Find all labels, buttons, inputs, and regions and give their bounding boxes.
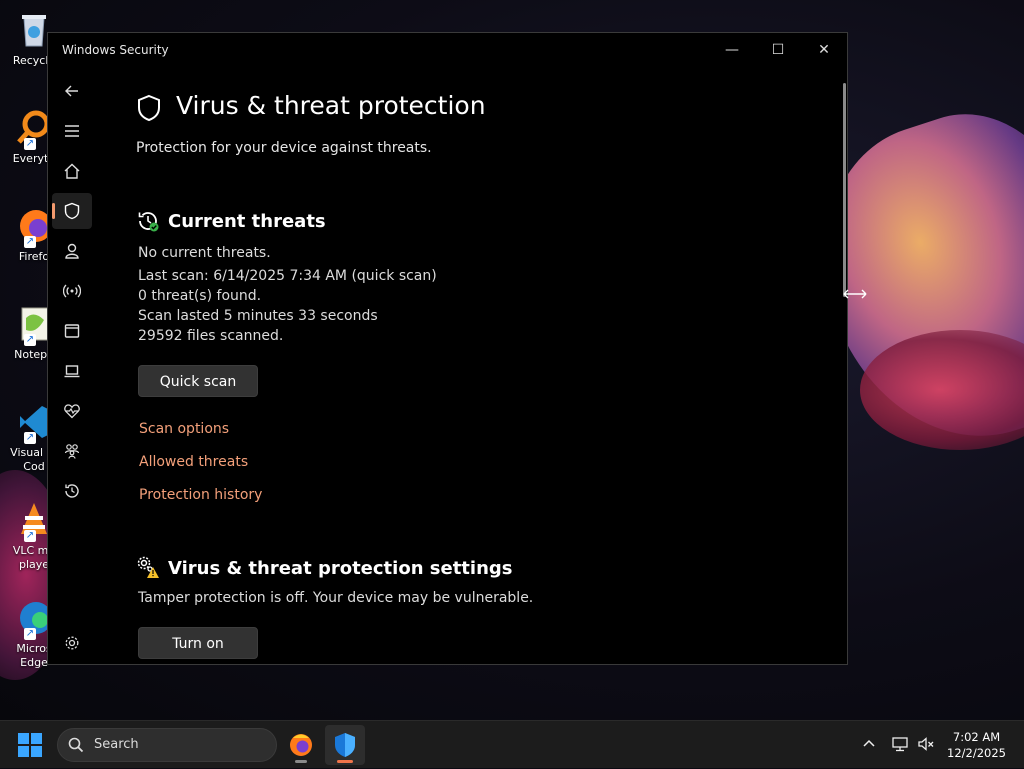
gear-icon bbox=[65, 636, 79, 650]
search-placeholder: Search bbox=[94, 737, 139, 752]
windows-security-window: Windows Security — ☐ ✕ Virus & threat pr… bbox=[47, 32, 848, 665]
family-icon bbox=[64, 444, 80, 459]
active-app-indicator bbox=[337, 760, 353, 763]
current-threats-heading: Current threats bbox=[168, 211, 326, 232]
taskbar-app-windows-security[interactable] bbox=[325, 725, 365, 765]
chevron-up-icon[interactable] bbox=[860, 735, 878, 753]
scan-history-icon bbox=[138, 212, 159, 232]
clock-time: 7:02 AM bbox=[952, 730, 1001, 744]
page-title: Virus & threat protection bbox=[176, 91, 486, 120]
taskbar-app-firefox[interactable] bbox=[281, 725, 321, 765]
nav-device-security[interactable] bbox=[52, 353, 92, 389]
nav-settings[interactable] bbox=[52, 625, 92, 661]
files-scanned-text: 29592 files scanned. bbox=[138, 328, 284, 344]
nav-app-browser-control[interactable] bbox=[52, 313, 92, 349]
history-icon bbox=[65, 484, 79, 498]
shield-icon bbox=[335, 733, 355, 757]
taskbar: Search 7:02 AM 12/2/2025 bbox=[0, 720, 1024, 768]
shield-icon bbox=[138, 94, 160, 122]
menu-button[interactable] bbox=[52, 113, 92, 149]
shortcut-arrow-icon: ↗ bbox=[24, 236, 36, 248]
hamburger-menu-icon bbox=[65, 125, 79, 137]
protection-history-link[interactable]: Protection history bbox=[139, 487, 262, 503]
shield-icon bbox=[64, 202, 80, 220]
nav-family-options[interactable] bbox=[52, 433, 92, 469]
shortcut-arrow-icon: ↗ bbox=[24, 334, 36, 346]
volume-muted-icon[interactable] bbox=[917, 735, 935, 753]
clock-date: 12/2/2025 bbox=[947, 746, 1006, 760]
system-clock[interactable]: 7:02 AM 12/2/2025 bbox=[947, 729, 1006, 761]
search-icon bbox=[68, 737, 84, 753]
running-indicator bbox=[295, 760, 307, 763]
nav-firewall-network[interactable] bbox=[52, 273, 92, 309]
browser-window-icon bbox=[64, 324, 80, 338]
allowed-threats-link[interactable]: Allowed threats bbox=[139, 454, 248, 470]
back-button[interactable] bbox=[52, 73, 92, 109]
quick-scan-button[interactable]: Quick scan bbox=[138, 365, 258, 397]
shortcut-arrow-icon: ↗ bbox=[24, 138, 36, 150]
last-scan-text: Last scan: 6/14/2025 7:34 AM (quick scan… bbox=[138, 268, 437, 284]
nav-device-performance[interactable] bbox=[52, 393, 92, 429]
resize-cursor-icon bbox=[843, 289, 867, 299]
main-content: Virus & threat protection Protection for… bbox=[136, 33, 836, 664]
shortcut-arrow-icon: ↗ bbox=[24, 628, 36, 640]
nav-virus-threat-protection[interactable] bbox=[52, 193, 92, 229]
page-subtitle: Protection for your device against threa… bbox=[136, 140, 432, 156]
heart-pulse-icon bbox=[64, 404, 80, 419]
protection-settings-heading: Virus & threat protection settings bbox=[168, 558, 513, 579]
scan-duration-text: Scan lasted 5 minutes 33 seconds bbox=[138, 308, 378, 324]
nav-home[interactable] bbox=[52, 153, 92, 189]
scan-options-link[interactable]: Scan options bbox=[139, 421, 229, 437]
home-icon bbox=[64, 163, 80, 179]
shortcut-arrow-icon: ↗ bbox=[24, 530, 36, 542]
network-icon[interactable] bbox=[891, 735, 909, 753]
start-button[interactable] bbox=[18, 733, 42, 757]
laptop-icon bbox=[64, 365, 80, 378]
shortcut-arrow-icon: ↗ bbox=[24, 432, 36, 444]
settings-warning-icon bbox=[137, 556, 159, 578]
tamper-protection-warning: Tamper protection is off. Your device ma… bbox=[138, 590, 534, 606]
firefox-icon bbox=[290, 734, 312, 756]
side-navigation bbox=[48, 73, 94, 663]
taskbar-search-box[interactable]: Search bbox=[57, 728, 277, 762]
nav-account-protection[interactable] bbox=[52, 233, 92, 269]
wireless-antenna-icon bbox=[63, 284, 81, 298]
turn-on-button[interactable]: Turn on bbox=[138, 627, 258, 659]
person-icon bbox=[65, 243, 79, 259]
nav-protection-history[interactable] bbox=[52, 473, 92, 509]
back-arrow-icon bbox=[65, 85, 78, 97]
vertical-scrollbar[interactable] bbox=[843, 83, 846, 297]
threats-found-text: 0 threat(s) found. bbox=[138, 288, 262, 304]
threat-status-text: No current threats. bbox=[138, 245, 271, 261]
